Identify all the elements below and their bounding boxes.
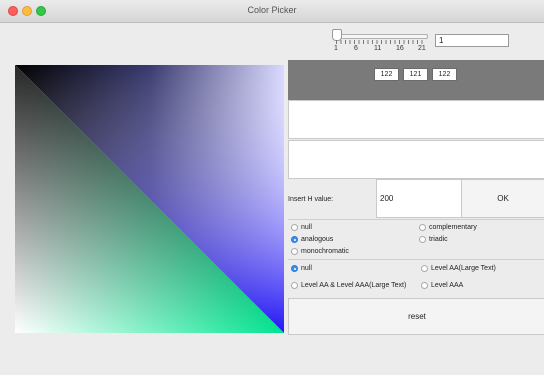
hue-input-label: Insert H value: bbox=[288, 196, 334, 203]
radio-label: Level AA(Large Text) bbox=[431, 265, 496, 272]
radio-unselected-icon bbox=[291, 248, 298, 255]
green-value-field[interactable]: 121 bbox=[403, 68, 428, 81]
radio-monochromatic[interactable]: monochromatic bbox=[291, 247, 349, 257]
radio-label: null bbox=[301, 224, 312, 231]
hue-value-field[interactable]: 200 bbox=[376, 179, 463, 218]
radio-complementary[interactable]: complementary bbox=[419, 223, 477, 233]
radio-label: complementary bbox=[429, 224, 477, 231]
radio-level-aaa[interactable]: Level AAA bbox=[421, 281, 463, 291]
slider-value-field[interactable]: 1 bbox=[435, 34, 509, 47]
radio-unselected-icon bbox=[421, 265, 428, 272]
radio-label: null bbox=[301, 265, 312, 272]
radio-selected-icon bbox=[291, 236, 298, 243]
radio-unselected-icon bbox=[421, 282, 428, 289]
hue-input-row: Insert H value: 200 OK bbox=[288, 179, 544, 219]
blue-value-field[interactable]: 122 bbox=[432, 68, 457, 81]
radio-triadic[interactable]: triadic bbox=[419, 235, 448, 245]
radio-null[interactable]: null bbox=[291, 223, 312, 233]
radio-label: monochromatic bbox=[301, 248, 349, 255]
radio-selected-icon bbox=[291, 265, 298, 272]
radio-analogous[interactable]: analogous bbox=[291, 235, 333, 245]
harmony-radio-group: null complementary analogous triadic mon… bbox=[288, 219, 544, 260]
size-slider-track[interactable] bbox=[336, 34, 428, 39]
slider-tick-label: 16 bbox=[396, 45, 404, 52]
window-title: Color Picker bbox=[247, 5, 297, 15]
size-slider-panel: 1 6 11 16 21 1 bbox=[288, 23, 544, 60]
radio-unselected-icon bbox=[291, 224, 298, 231]
radio-label: Level AAA bbox=[431, 282, 464, 289]
color-swatch-primary bbox=[288, 100, 544, 139]
radio-level-aa-large[interactable]: Level AA(Large Text) bbox=[421, 264, 496, 274]
current-color-bar: 122 121 122 bbox=[288, 60, 544, 100]
slider-tick-label: 6 bbox=[354, 45, 358, 52]
radio-label: triadic bbox=[429, 236, 448, 243]
slider-tick-label: 1 bbox=[334, 45, 338, 52]
radio-label: analogous bbox=[301, 236, 334, 243]
radio-unselected-icon bbox=[291, 282, 298, 289]
ok-button[interactable]: OK bbox=[461, 179, 544, 218]
color-gradient-canvas[interactable] bbox=[15, 65, 284, 333]
gradient-drawing bbox=[15, 65, 284, 333]
contrast-radio-group: null Level AA(Large Text) Level AA & Lev… bbox=[288, 259, 544, 299]
slider-ticks bbox=[336, 40, 426, 44]
radio-label: Level AA & Level AAA(Large Text) bbox=[301, 282, 407, 289]
red-value-field[interactable]: 122 bbox=[374, 68, 399, 81]
reset-button[interactable]: reset bbox=[288, 298, 544, 335]
color-swatch-secondary bbox=[288, 140, 544, 179]
radio-unselected-icon bbox=[419, 224, 426, 231]
slider-tick-label: 11 bbox=[374, 45, 382, 52]
radio-unselected-icon bbox=[419, 236, 426, 243]
radio-contrast-null[interactable]: null bbox=[291, 264, 312, 274]
slider-tick-label: 21 bbox=[418, 45, 426, 52]
radio-level-aa-aaa-large[interactable]: Level AA & Level AAA(Large Text) bbox=[291, 281, 406, 291]
title-bar: Color Picker bbox=[0, 0, 544, 23]
